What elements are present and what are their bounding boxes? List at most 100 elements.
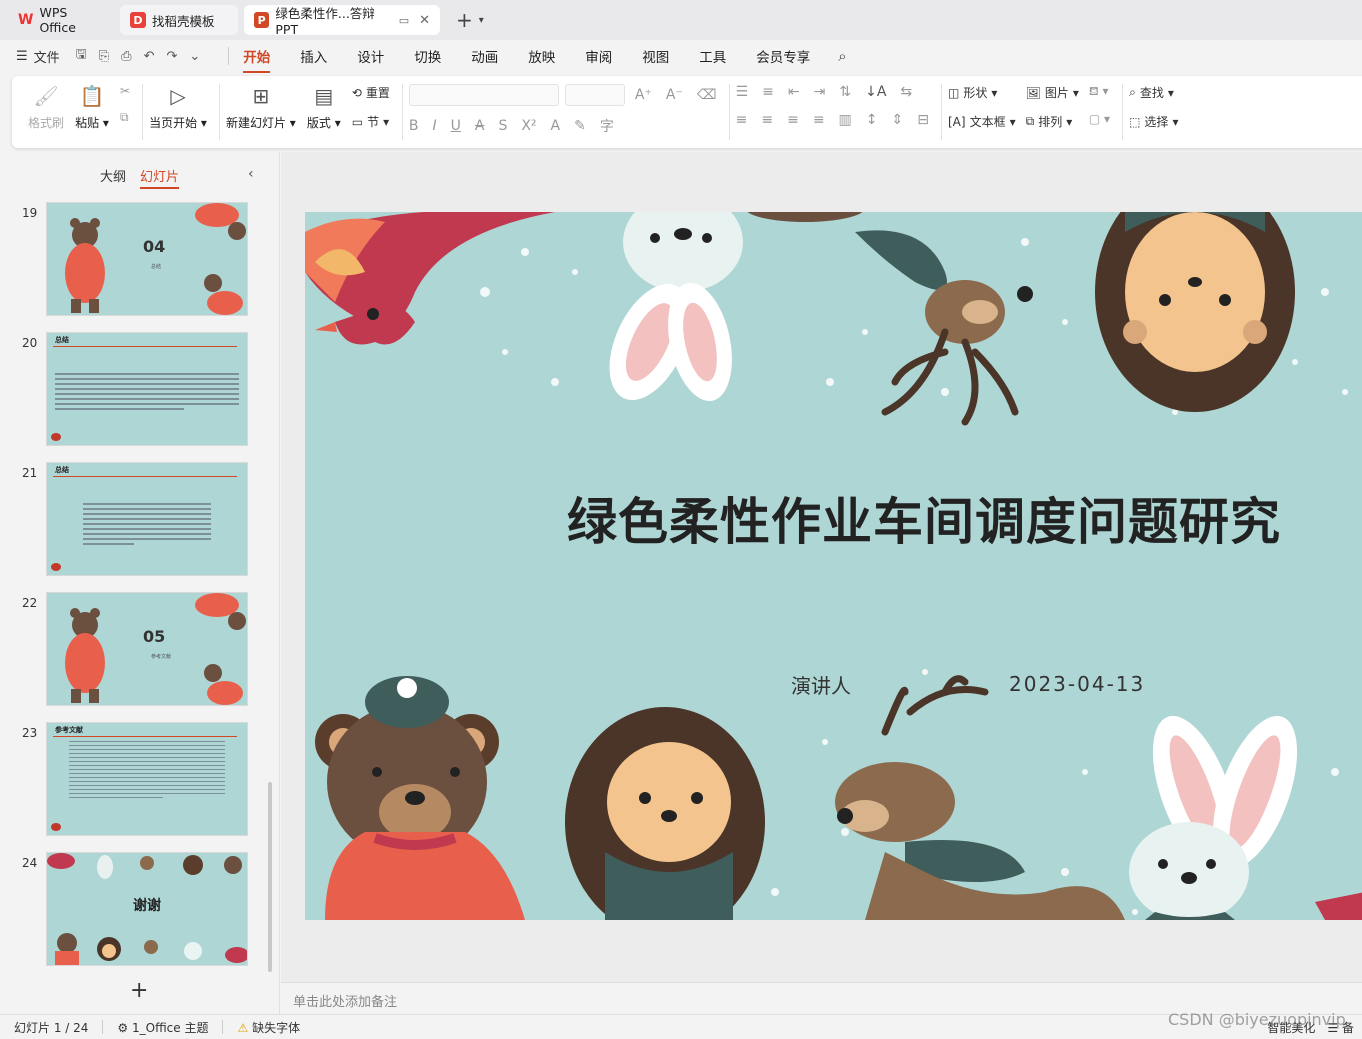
close-icon[interactable]: ✕	[419, 13, 430, 28]
copy-icon[interactable]: ⧉	[120, 110, 130, 125]
layout-button[interactable]: ▤ 版式 ▾	[306, 84, 342, 140]
text-align-icon[interactable]: ⊟	[917, 112, 929, 128]
tab-member[interactable]: 会员专享	[756, 46, 810, 66]
menu-bar: ☰ 文件 🖫 ⎘ ⎙ ↶ ↷ ⌄ 开始 插入 设计 切换 动画 放映 审阅 视图…	[0, 40, 1362, 73]
panel-scrollbar[interactable]	[268, 782, 272, 972]
convert-icon[interactable]: ⇆	[900, 84, 912, 100]
play-icon: ▷	[170, 84, 186, 108]
underline-icon[interactable]: U	[451, 118, 461, 134]
slide-title[interactable]: 绿色柔性作业车间调度问题研究	[567, 482, 1281, 554]
textbox-button[interactable]: [A] 文本框 ▾	[948, 113, 1016, 130]
collapse-panel-icon[interactable]: ‹	[248, 166, 254, 182]
tab-current-document[interactable]: P 绿色柔性作...答辩PPT ▭ ✕	[244, 5, 440, 37]
tab-review[interactable]: 审阅	[585, 46, 612, 66]
tab-design[interactable]: 设计	[357, 46, 384, 66]
italic-icon[interactable]: I	[432, 118, 436, 134]
tab-insert[interactable]: 插入	[300, 46, 327, 66]
file-menu-button[interactable]: ☰ 文件	[16, 47, 60, 66]
cut-icon[interactable]: ✂	[120, 84, 130, 98]
chevron-down-icon[interactable]: ▾	[479, 15, 484, 26]
select-button[interactable]: ⬚ 选择 ▾	[1129, 113, 1178, 130]
indent-increase-icon[interactable]: ⇥	[814, 84, 826, 100]
numbered-list-icon[interactable]: ≡	[762, 84, 774, 100]
picture-button[interactable]: 🖼 图片 ▾	[1026, 84, 1079, 101]
presenter-label[interactable]: 演讲人	[791, 670, 851, 699]
tab-outline[interactable]: 大纲	[100, 166, 126, 185]
tab-template-store[interactable]: D 找稻壳模板	[120, 5, 238, 35]
font-color-icon[interactable]: A	[551, 118, 561, 134]
shadow-icon[interactable]: S	[498, 118, 507, 134]
tab-tools[interactable]: 工具	[699, 46, 726, 66]
divider	[228, 47, 230, 65]
slide-date[interactable]: 2023-04-13	[1009, 672, 1145, 696]
new-tab-icon[interactable]: +	[456, 8, 473, 32]
paragraph-spacing-icon[interactable]: ⇕	[892, 112, 904, 128]
align-left-icon[interactable]: ≡	[736, 112, 748, 128]
arrange-button[interactable]: ⧉ 排列 ▾	[1026, 113, 1079, 130]
save-icon[interactable]: 🖫	[76, 45, 87, 67]
bullet-list-icon[interactable]: ☰	[736, 84, 749, 100]
search-icon[interactable]: ⌕	[838, 47, 846, 65]
bold-icon[interactable]: B	[409, 118, 419, 134]
divider	[222, 1020, 224, 1034]
tab-slides[interactable]: 幻灯片	[140, 166, 180, 189]
tab-transition[interactable]: 切换	[414, 46, 441, 66]
sort-icon[interactable]: ↓A	[865, 84, 886, 100]
highlight-icon[interactable]: ✎	[574, 118, 586, 134]
reset-section-stack: ⟲ 重置 ▭ 节 ▾	[352, 84, 390, 140]
format-painter-label: 格式刷	[28, 116, 65, 130]
tab-animation[interactable]: 动画	[471, 46, 498, 66]
current-slide[interactable]: 绿色柔性作业车间调度问题研究 演讲人 2023-04-13	[305, 212, 1362, 920]
slide-thumbnail-22[interactable]: 05 参考文献	[46, 592, 248, 706]
outline-icon[interactable]: ▢ ▾	[1089, 112, 1110, 126]
new-slide-button[interactable]: ⊞ 新建幻灯片 ▾	[226, 84, 296, 140]
justify-icon[interactable]: ≡	[813, 112, 825, 128]
header-divider	[53, 736, 237, 737]
align-right-icon[interactable]: ≡	[787, 112, 799, 128]
slide-thumbnail-23[interactable]: 参考文献	[46, 722, 248, 836]
tab-wps-office[interactable]: W WPS Office	[8, 5, 114, 35]
font-family-select[interactable]	[408, 84, 559, 106]
redo-icon[interactable]: ↷	[166, 49, 177, 64]
line-spacing-icon[interactable]: ↕	[866, 112, 878, 128]
phonetic-icon[interactable]: 字	[600, 116, 614, 136]
tab-slideshow[interactable]: 放映	[528, 46, 555, 66]
play-label: 当页开始 ▾	[149, 116, 207, 130]
play-from-current-button[interactable]: ▷ 当页开始 ▾	[149, 84, 207, 140]
find-button[interactable]: ⌕ 查找 ▾	[1129, 84, 1178, 101]
thumb-header: 总结	[55, 336, 69, 344]
print-preview-icon[interactable]: ⎙	[121, 49, 131, 64]
bird-icon	[51, 563, 61, 571]
undo-icon[interactable]: ↶	[144, 49, 155, 64]
tab-home[interactable]: 开始	[243, 46, 271, 73]
tab-view[interactable]: 视图	[642, 46, 669, 66]
strikethrough-icon[interactable]: A	[475, 118, 485, 134]
output-icon[interactable]: ⎘	[99, 49, 109, 64]
picture-label: 图片	[1044, 86, 1069, 100]
missing-font-button[interactable]: ⚠ 缺失字体	[237, 1019, 300, 1036]
theme-button[interactable]: ⚙ 1_Office 主题	[117, 1019, 208, 1036]
paste-button[interactable]: 📋 粘贴 ▾	[74, 84, 110, 140]
slide-thumbnail-19[interactable]: 04 总结	[46, 202, 248, 316]
format-painter-button[interactable]: 🖌 格式刷	[28, 84, 64, 140]
quick-access-toolbar: 🖫 ⎘ ⎙ ↶ ↷ ⌄	[76, 45, 201, 67]
chevron-down-icon[interactable]: ⌄	[189, 49, 200, 64]
window-icon[interactable]: ▭	[399, 14, 409, 27]
text-direction-icon[interactable]: ⇅	[839, 84, 851, 100]
columns-icon[interactable]: ▥	[839, 112, 852, 128]
superscript-icon[interactable]: X²	[521, 118, 536, 134]
slide-thumbnail-24[interactable]: 谢谢	[46, 852, 248, 966]
section-button[interactable]: ▭ 节 ▾	[352, 113, 390, 130]
slide-thumbnail-20[interactable]: 总结	[46, 332, 248, 446]
increase-font-icon[interactable]: A⁺	[635, 87, 652, 103]
align-center-icon[interactable]: ≡	[761, 112, 773, 128]
add-slide-button[interactable]: +	[130, 978, 148, 1003]
fill-icon[interactable]: ⛾ ▾	[1089, 84, 1110, 100]
eraser-icon[interactable]: ⌫	[697, 87, 717, 103]
indent-decrease-icon[interactable]: ⇤	[788, 84, 800, 100]
reset-button[interactable]: ⟲ 重置	[352, 84, 390, 101]
shape-button[interactable]: ◫ 形状 ▾	[948, 84, 1016, 101]
slide-thumbnail-21[interactable]: 总结	[46, 462, 248, 576]
font-size-select[interactable]	[564, 84, 625, 106]
decrease-font-icon[interactable]: A⁻	[666, 87, 683, 103]
